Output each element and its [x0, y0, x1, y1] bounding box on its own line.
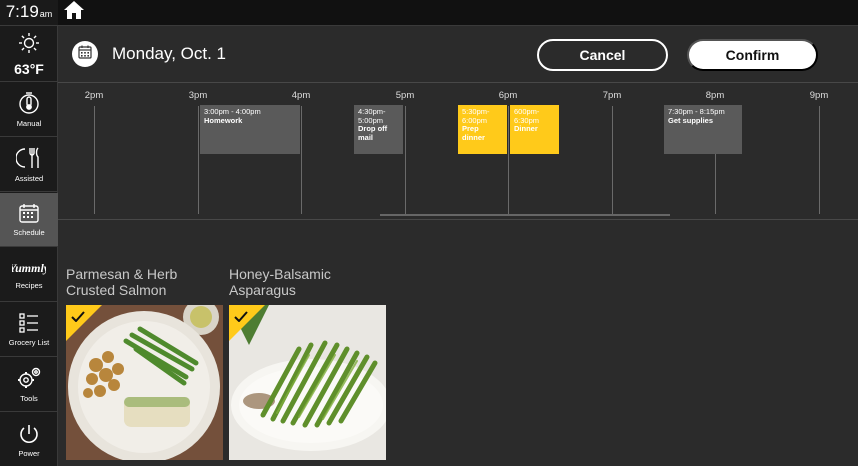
event-title: Prep dinner	[462, 124, 485, 142]
hour-label: 3pm	[188, 90, 208, 101]
recipe-title-line: Parmesan & Herb	[66, 266, 178, 282]
confirm-button[interactable]: Confirm	[687, 39, 818, 71]
fork-knife-icon	[16, 146, 42, 170]
event-drop-off-mail[interactable]: 4:30pm-5:00pm Drop off mail	[354, 105, 403, 154]
sidebar-item-tools[interactable]: Tools	[0, 358, 58, 412]
sidebar-item-label: Grocery List	[8, 338, 50, 347]
event-title: Get supplies	[668, 115, 714, 125]
sidebar-item-label: Tools	[20, 394, 38, 403]
checkmark-icon	[71, 309, 85, 327]
hour-gridline	[301, 106, 302, 214]
sidebar-item-manual[interactable]: Manual	[0, 83, 58, 137]
hour-gridline	[819, 106, 820, 214]
power-icon	[18, 423, 40, 445]
checkmark-icon	[234, 309, 248, 327]
recipe-card-asparagus[interactable]	[229, 305, 386, 460]
temperature: 63°F	[14, 60, 44, 77]
date-picker-button[interactable]	[72, 41, 98, 67]
recipe-title-line: Honey-Balsamic	[229, 266, 331, 282]
cancel-button[interactable]: Cancel	[537, 39, 668, 71]
event-title: Homework	[204, 115, 243, 125]
hour-gridline	[198, 106, 199, 214]
event-time: 600pm-6:30pm	[514, 107, 540, 125]
event-homework[interactable]: 3:00pm - 4:00pm Homework	[200, 105, 300, 154]
event-time: 5:30pm-6:00pm	[462, 107, 490, 125]
svg-text:Yummly: Yummly	[12, 261, 46, 275]
recipe-title-line: Asparagus	[229, 282, 296, 298]
weather-widget[interactable]: 63°F	[0, 27, 58, 82]
event-time: 4:30pm-5:00pm	[358, 107, 386, 125]
hour-label: 7pm	[602, 90, 622, 101]
gears-icon	[16, 366, 42, 390]
hour-label: 5pm	[395, 90, 415, 101]
timeline-scrollbar[interactable]	[380, 214, 670, 216]
sidebar-item-power[interactable]: Power	[0, 413, 58, 466]
home-icon	[63, 0, 85, 25]
selected-date: Monday, Oct. 1	[112, 44, 227, 63]
clock-ampm: am	[39, 9, 53, 19]
hour-gridline	[508, 106, 509, 214]
recipe-card-salmon[interactable]	[66, 305, 223, 460]
sidebar-item-label: Recipes	[15, 281, 43, 290]
sidebar-item-label: Power	[18, 448, 40, 458]
schedule-timeline[interactable]: 2pm 3pm 4pm 5pm 6pm 7pm 8pm 9pm 3:00pm -…	[58, 84, 858, 220]
clock-time: 7:19	[5, 2, 39, 21]
event-title: Dinner	[514, 124, 538, 134]
yummly-logo-icon: Yummly	[12, 259, 46, 277]
hour-gridline	[612, 106, 613, 214]
sidebar-item-recipes[interactable]: Yummly Recipes	[0, 248, 58, 302]
sidebar-item-label: Assisted	[14, 174, 44, 183]
hour-label: 4pm	[291, 90, 311, 101]
schedule-header: Monday, Oct. 1 Cancel Confirm	[58, 27, 858, 83]
sidebar-item-assisted[interactable]: Assisted	[0, 138, 58, 192]
calendar-icon	[18, 202, 40, 224]
event-title: Drop off mail	[358, 124, 388, 142]
event-prep-dinner[interactable]: 5:30pm-6:00pm Prep dinner	[458, 105, 507, 154]
sidebar: 7:19 am 63°F Manual Assisted Schedule um…	[0, 0, 58, 466]
event-dinner[interactable]: 600pm-6:30pm Dinner	[510, 105, 559, 154]
event-get-supplies[interactable]: 7:30pm - 8:15pm Get supplies	[664, 105, 742, 154]
hour-label: 8pm	[705, 90, 725, 101]
recipe-title-line: Crusted Salmon	[66, 282, 167, 298]
calendar-icon	[78, 45, 92, 64]
hour-gridline	[94, 106, 95, 214]
sidebar-item-label: Manual	[16, 119, 42, 128]
recipe-title[interactable]: Honey-Balsamic Asparagus	[229, 266, 399, 298]
home-button[interactable]	[62, 1, 86, 24]
sidebar-item-schedule[interactable]: Schedule	[0, 193, 58, 247]
hour-label: 9pm	[809, 90, 829, 101]
clock: 7:19 am	[0, 0, 58, 26]
checklist-icon	[19, 312, 39, 334]
recipe-title[interactable]: Parmesan & Herb Crusted Salmon	[66, 266, 236, 298]
sidebar-item-grocery-list[interactable]: Grocery List	[0, 303, 58, 357]
hour-label: 6pm	[498, 90, 518, 101]
top-bar	[58, 0, 858, 26]
selected-recipes: Parmesan & Herb Crusted Salmon Honey-Bal…	[58, 221, 858, 466]
sun-icon	[18, 32, 40, 59]
thermometer-timer-icon	[17, 91, 41, 115]
sidebar-item-label: Schedule	[13, 228, 45, 237]
hour-label: 2pm	[84, 90, 104, 101]
hour-gridline	[405, 106, 406, 214]
